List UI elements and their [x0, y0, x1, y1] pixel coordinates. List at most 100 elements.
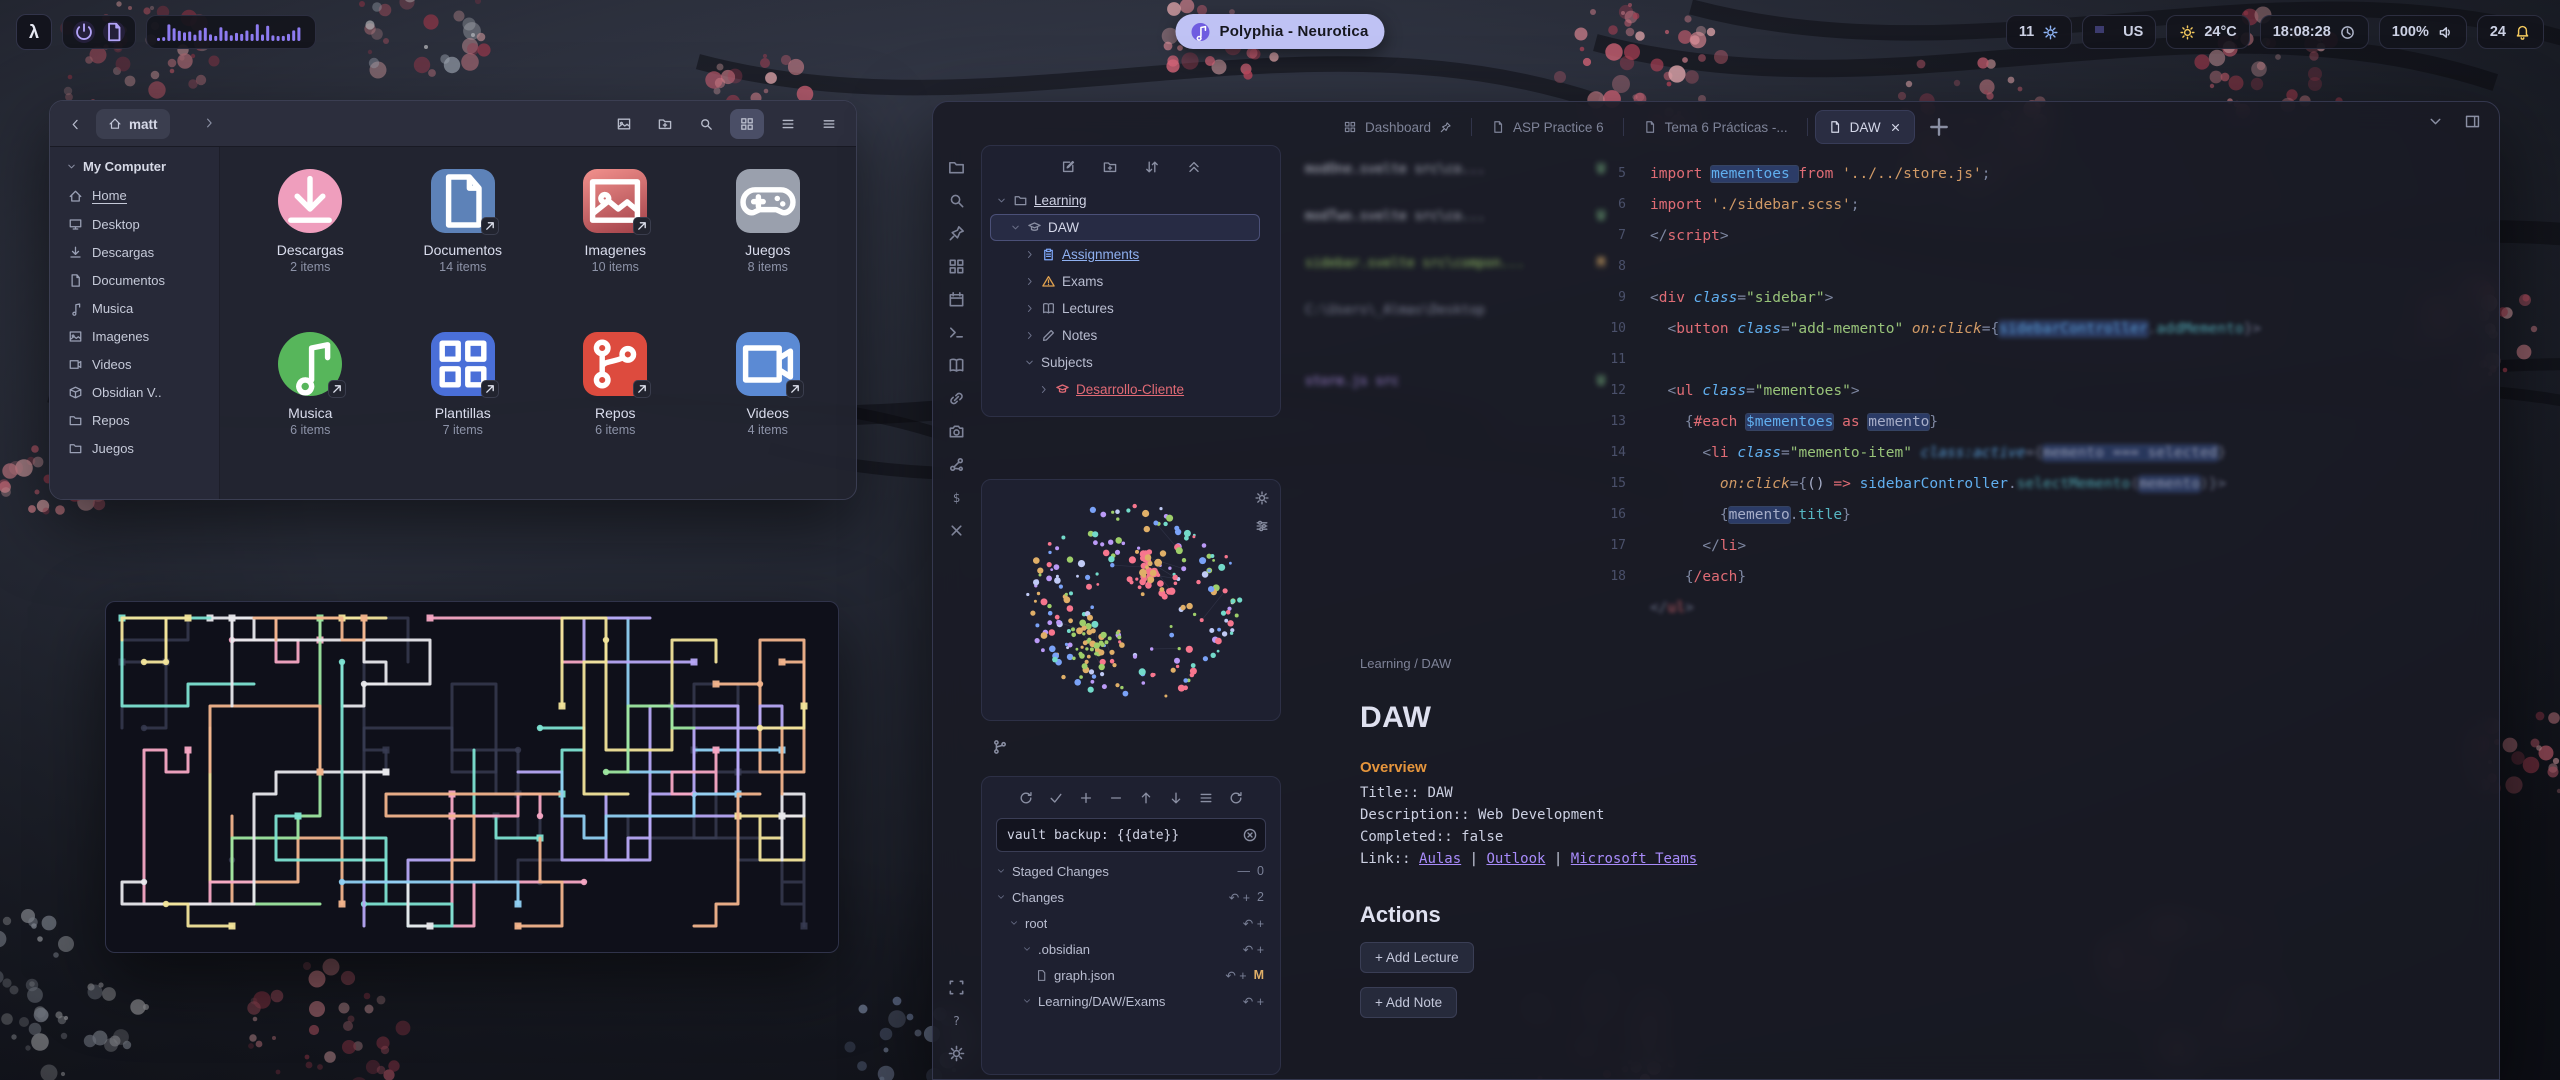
sidebar-item-desktop[interactable]: Desktop — [58, 210, 211, 238]
tree-item-lectures[interactable]: Lectures — [996, 295, 1270, 322]
row-actions[interactable]: ↶ + — [1229, 890, 1250, 905]
tab-daw[interactable]: DAW — [1815, 110, 1915, 144]
git-row-learning-daw-exams[interactable]: Learning/DAW/Exams↶ + — [996, 988, 1276, 1014]
git-row-root[interactable]: root↶ + — [996, 910, 1276, 936]
breadcrumb[interactable]: matt — [96, 109, 170, 139]
window-count-module[interactable]: 11 — [2006, 15, 2072, 49]
new-folder-button[interactable] — [648, 109, 682, 139]
tab-list-icon[interactable] — [2427, 113, 2444, 130]
row-actions[interactable]: ↶ + — [1243, 916, 1264, 931]
folder-tile-documentos[interactable]: Documentos14 items — [387, 163, 540, 326]
git-row--obsidian[interactable]: .obsidian↶ + — [996, 936, 1276, 962]
chevron-icon[interactable] — [1038, 384, 1049, 395]
sidebar-item-videos[interactable]: Videos — [58, 350, 211, 378]
git-push-button[interactable] — [1138, 790, 1154, 806]
chevron-icon[interactable] — [1024, 249, 1035, 260]
git-unstage-all-button[interactable] — [1108, 790, 1124, 806]
commit-message-input[interactable] — [996, 818, 1266, 852]
git-stage-all-button[interactable] — [1078, 790, 1094, 806]
grid-view-button[interactable] — [730, 109, 764, 139]
tree-item-exams[interactable]: Exams — [996, 268, 1270, 295]
git-row-staged-changes[interactable]: Staged Changes—0 — [996, 858, 1276, 884]
explorer-new-folder-button[interactable] — [1102, 159, 1118, 175]
tree-item-notes[interactable]: Notes — [996, 322, 1270, 349]
chevron-icon[interactable] — [1024, 303, 1035, 314]
chevron-icon[interactable] — [1010, 222, 1021, 233]
back-button[interactable] — [60, 109, 90, 139]
git-branch-icon[interactable] — [991, 738, 1009, 756]
folder-tile-musica[interactable]: Musica6 items — [234, 326, 387, 489]
folder-tile-juegos[interactable]: Juegos8 items — [692, 163, 845, 326]
sidebar-item-imagenes[interactable]: Imagenes — [58, 322, 211, 350]
ribbon-canvas-icon[interactable] — [947, 257, 966, 276]
ribbon-settings-icon[interactable] — [947, 1044, 966, 1063]
thumbnails-button[interactable] — [607, 109, 641, 139]
row-actions[interactable]: ↶ + — [1243, 942, 1264, 957]
chevron-icon[interactable] — [1022, 944, 1032, 954]
git-refresh-button[interactable] — [1228, 790, 1244, 806]
tree-item-desarrollo-cliente[interactable]: Desarrollo-Cliente — [996, 376, 1270, 403]
notifications-module[interactable]: 24 — [2477, 15, 2544, 49]
link-microsoft-teams[interactable]: Microsoft Teams — [1571, 851, 1697, 867]
sidebar-title[interactable]: My Computer — [58, 155, 211, 182]
folder-tile-repos[interactable]: Repos6 items — [539, 326, 692, 489]
ribbon-graph-view-icon[interactable] — [947, 455, 966, 474]
widgets-pill[interactable] — [62, 15, 136, 49]
git-pull-button[interactable] — [1168, 790, 1184, 806]
sidebar-item-repos[interactable]: Repos — [58, 406, 211, 434]
tab-tema-6-pr-cticas-[interactable]: Tema 6 Prácticas -... — [1631, 110, 1800, 144]
action-button--add-lecture[interactable]: + Add Lecture — [1360, 942, 1474, 973]
chevron-icon[interactable] — [1024, 357, 1035, 368]
ribbon-currency-icon[interactable]: $ — [947, 488, 966, 507]
now-playing-pill[interactable]: Polyphia - Neurotica — [1175, 14, 1384, 49]
clock-module[interactable]: 18:08:28 — [2260, 15, 2369, 49]
sidebar-item-musica[interactable]: Musica — [58, 294, 211, 322]
link-aulas[interactable]: Aulas — [1419, 851, 1461, 867]
row-actions[interactable]: ↶ + — [1243, 994, 1264, 1009]
volume-module[interactable]: 100% — [2379, 15, 2467, 49]
list-view-button[interactable] — [771, 109, 805, 139]
toggle-right-sidebar-icon[interactable] — [2464, 113, 2481, 130]
chevron-icon[interactable] — [996, 866, 1006, 876]
link-outlook[interactable]: Outlook — [1486, 851, 1545, 867]
local-graph[interactable] — [982, 480, 1280, 720]
sidebar-item-home[interactable]: Home — [58, 182, 211, 210]
tab-asp-practice-6[interactable]: ASP Practice 6 — [1479, 110, 1616, 144]
search-button[interactable] — [689, 109, 723, 139]
git-commit-button[interactable] — [1048, 790, 1064, 806]
ribbon-close-panel-icon[interactable] — [947, 521, 966, 540]
folder-tile-plantillas[interactable]: Plantillas7 items — [387, 326, 540, 489]
chevron-icon[interactable] — [996, 892, 1006, 902]
clear-icon[interactable] — [1242, 827, 1258, 843]
notes-widget-icon[interactable] — [103, 21, 125, 43]
menu-button[interactable] — [812, 109, 846, 139]
tree-item-subjects[interactable]: Subjects — [996, 349, 1270, 376]
sidebar-item-obsidian-v-[interactable]: Obsidian V.. — [58, 378, 211, 406]
explorer-collapse-all-button[interactable] — [1186, 159, 1202, 175]
ribbon-broken-link-icon[interactable] — [947, 389, 966, 408]
pin-icon[interactable] — [1439, 121, 1452, 134]
sidebar-item-documentos[interactable]: Documentos — [58, 266, 211, 294]
tree-item-daw[interactable]: DAW — [996, 214, 1270, 241]
chevron-icon[interactable] — [1009, 918, 1019, 928]
tree-item-learning[interactable]: Learning — [996, 187, 1270, 214]
keyboard-layout-module[interactable]: US — [2082, 15, 2156, 49]
chevron-icon[interactable] — [1022, 996, 1032, 1006]
action-button--add-note[interactable]: + Add Note — [1360, 987, 1457, 1018]
ribbon-search-icon[interactable] — [947, 191, 966, 210]
ribbon-files-icon[interactable] — [947, 158, 966, 177]
chevron-icon[interactable] — [1024, 330, 1035, 341]
ribbon-pin-icon[interactable] — [947, 224, 966, 243]
folder-tile-videos[interactable]: Videos4 items — [692, 326, 845, 489]
explorer-sort-order-button[interactable] — [1144, 159, 1160, 175]
ribbon-help-icon[interactable]: ? — [947, 1011, 966, 1030]
graph-settings-button[interactable] — [1254, 490, 1270, 506]
tree-item-assignments[interactable]: Assignments — [996, 241, 1270, 268]
tab-dashboard[interactable]: Dashboard — [1331, 110, 1464, 144]
git-changelist-button[interactable] — [1198, 790, 1214, 806]
sidebar-item-descargas[interactable]: Descargas — [58, 238, 211, 266]
git-row-changes[interactable]: Changes↶ +2 — [996, 884, 1276, 910]
row-actions[interactable]: ↶ + — [1225, 968, 1246, 983]
ribbon-frame-icon[interactable] — [947, 978, 966, 997]
explorer-new-note-button[interactable] — [1060, 159, 1076, 175]
